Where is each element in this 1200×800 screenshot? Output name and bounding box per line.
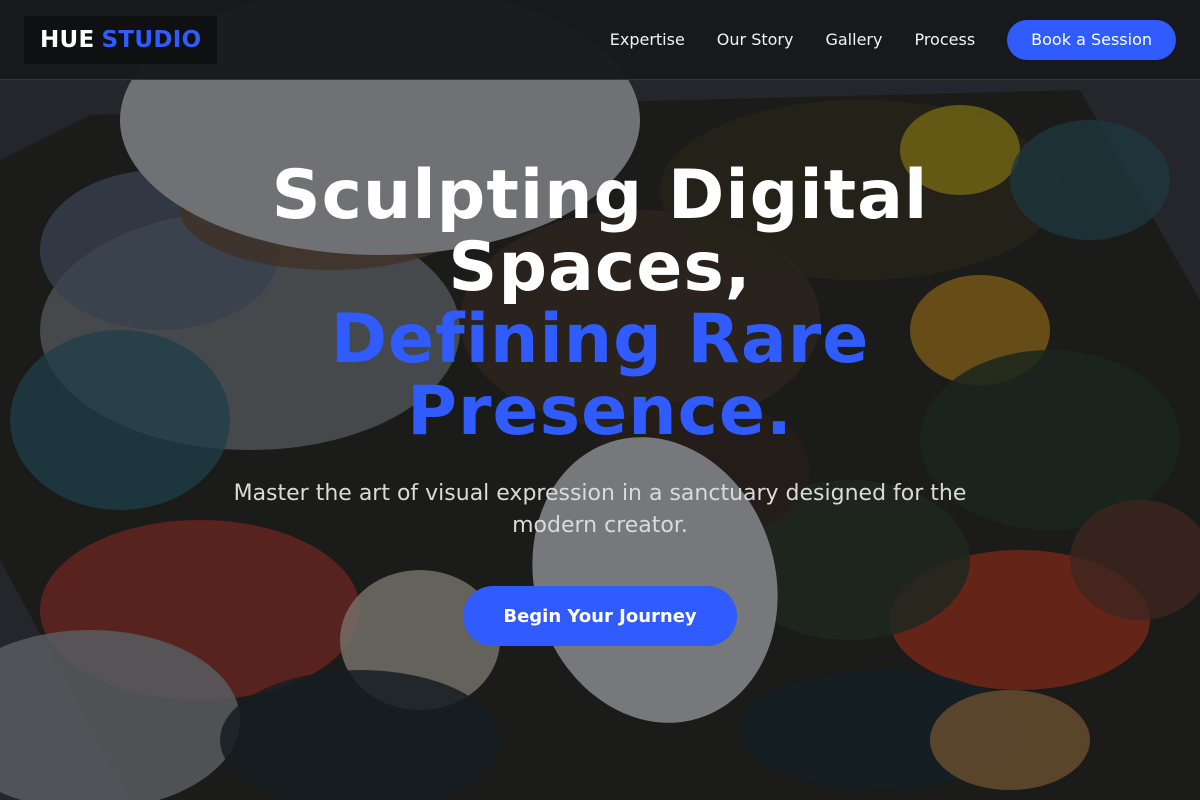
brand-logo-word-2: STUDIO: [101, 26, 202, 53]
nav-link-expertise[interactable]: Expertise: [610, 30, 685, 49]
begin-journey-button[interactable]: Begin Your Journey: [463, 586, 737, 646]
hero-subtitle: Master the art of visual expression in a…: [233, 481, 967, 538]
hero-title-line-2: Defining Rare Presence.: [330, 300, 870, 451]
hero-title-line-1: Sculpting Digital Spaces,: [271, 156, 929, 307]
brand-logo[interactable]: HUE STUDIO: [24, 15, 218, 64]
nav-link-our-story[interactable]: Our Story: [717, 30, 794, 49]
site-header: HUE STUDIO Expertise Our Story Gallery P…: [0, 0, 1200, 80]
nav-link-process[interactable]: Process: [914, 30, 975, 49]
hero-section: Sculpting Digital Spaces, Defining Rare …: [0, 160, 1200, 646]
book-session-button[interactable]: Book a Session: [1007, 19, 1176, 60]
main-nav: Expertise Our Story Gallery Process Book…: [610, 19, 1176, 60]
brand-logo-word-1: HUE: [40, 26, 95, 53]
hero-title: Sculpting Digital Spaces, Defining Rare …: [220, 160, 980, 448]
nav-link-gallery[interactable]: Gallery: [825, 30, 882, 49]
